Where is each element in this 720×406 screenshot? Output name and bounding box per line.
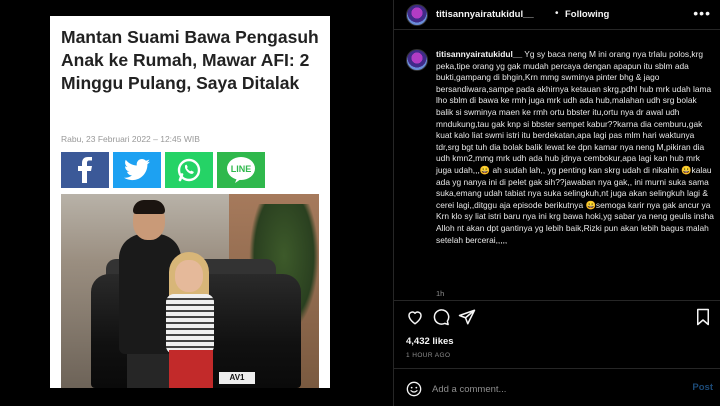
caption-avatar[interactable]	[406, 49, 428, 71]
caption-username[interactable]: titisannyairatukidul__	[436, 49, 522, 59]
more-icon[interactable]: •••	[693, 5, 711, 21]
share-buttons-row: LINE	[61, 152, 265, 188]
facebook-icon	[78, 157, 92, 183]
comment-bar: Post	[394, 368, 720, 406]
separator-dot: •	[555, 8, 559, 19]
whatsapp-share-button	[165, 152, 213, 188]
whatsapp-icon	[177, 158, 201, 182]
instagram-post-modal: Mantan Suami Bawa Pengasuh Anak ke Rumah…	[0, 0, 720, 406]
following-button[interactable]: Following	[565, 9, 609, 20]
line-share-button: LINE	[217, 152, 265, 188]
action-bar	[394, 300, 720, 332]
post-timestamp: 1 HOUR AGO	[406, 352, 451, 359]
line-icon: LINE	[227, 157, 255, 183]
likes-count[interactable]: 4,432 likes	[406, 336, 454, 347]
twitter-icon	[124, 159, 150, 181]
article-date: Rabu, 23 Februari 2022 – 12:45 WIB	[61, 134, 200, 144]
post-header: titisannyairatukidul__ • Following •••	[394, 0, 720, 30]
post-media[interactable]: Mantan Suami Bawa Pengasuh Anak ke Rumah…	[0, 0, 393, 406]
caption: titisannyairatukidul__ Yg sy baca neng M…	[436, 49, 716, 246]
comment-icon[interactable]	[432, 308, 450, 326]
bookmark-icon[interactable]	[694, 308, 712, 326]
twitter-share-button	[113, 152, 161, 188]
caption-area: titisannyairatukidul__ Yg sy baca neng M…	[394, 31, 720, 297]
license-plate: AV1	[219, 372, 255, 384]
post-sidebar: titisannyairatukidul__ • Following ••• t…	[393, 0, 720, 406]
line-logo-text: LINE	[231, 164, 252, 174]
smiley-icon[interactable]	[406, 381, 422, 397]
comment-input[interactable]	[432, 380, 662, 398]
article-headline: Mantan Suami Bawa Pengasuh Anak ke Rumah…	[61, 27, 319, 93]
heart-icon[interactable]	[406, 308, 424, 326]
article-photo: AV1	[61, 194, 319, 388]
caption-timestamp: 1h	[436, 289, 445, 297]
avatar[interactable]	[406, 4, 428, 26]
header-username[interactable]: titisannyairatukidul__	[436, 9, 534, 20]
woman-figure	[175, 260, 203, 292]
post-comment-button[interactable]: Post	[692, 382, 713, 393]
news-article-screenshot: Mantan Suami Bawa Pengasuh Anak ke Rumah…	[50, 16, 330, 388]
share-icon[interactable]	[458, 308, 476, 326]
facebook-share-button	[61, 152, 109, 188]
caption-text: Yg sy baca neng M ini orang nya trlalu p…	[436, 49, 714, 245]
